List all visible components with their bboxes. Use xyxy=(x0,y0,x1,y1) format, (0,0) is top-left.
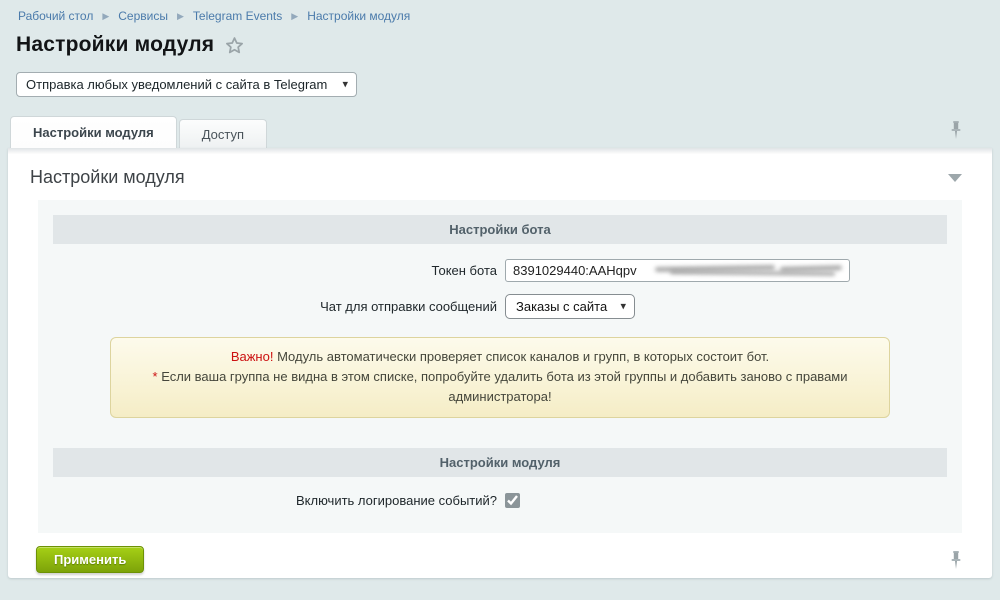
apply-button[interactable]: Применить xyxy=(36,546,144,573)
breadcrumb-link-desktop[interactable]: Рабочий стол xyxy=(18,9,93,23)
pin-icon[interactable] xyxy=(950,120,962,140)
breadcrumb-arrow-icon: ▶ xyxy=(177,12,184,21)
section-header-bot-settings: Настройки бота xyxy=(53,215,947,244)
chat-label: Чат для отправки сообщений xyxy=(53,299,505,314)
breadcrumb-link-module-settings[interactable]: Настройки модуля xyxy=(307,9,410,23)
settings-form: Настройки бота Токен бота Чат для отправ… xyxy=(38,200,962,533)
module-select[interactable]: Отправка любых уведомлений с сайта в Tel… xyxy=(16,72,357,97)
warning-note: Важно! Модуль автоматически проверяет сп… xyxy=(110,337,890,418)
logging-checkbox[interactable] xyxy=(505,493,520,508)
tab-access[interactable]: Доступ xyxy=(179,119,267,148)
token-label: Токен бота xyxy=(53,263,505,278)
warning-line1: Модуль автоматически проверяет список ка… xyxy=(277,349,769,364)
chat-row: Чат для отправки сообщений Заказы с сайт… xyxy=(53,294,947,319)
panel-title: Настройки модуля xyxy=(30,167,185,188)
warning-asterisk: * xyxy=(153,369,158,384)
breadcrumb: Рабочий стол ▶ Сервисы ▶ Telegram Events… xyxy=(0,0,1000,23)
logging-label: Включить логирование событий? xyxy=(53,493,505,508)
page-title: Настройки модуля xyxy=(16,33,214,57)
chat-select[interactable]: Заказы с сайта xyxy=(505,294,635,319)
settings-panel: Настройки модуля Настройки бота Токен бо… xyxy=(8,148,992,578)
token-row: Токен бота xyxy=(53,259,947,282)
module-select-wrap: Отправка любых уведомлений с сайта в Tel… xyxy=(16,72,357,97)
section-header-module-settings: Настройки модуля xyxy=(53,448,947,477)
collapse-arrow-icon[interactable] xyxy=(948,174,962,182)
breadcrumb-link-telegram-events[interactable]: Telegram Events xyxy=(193,9,282,23)
chat-select-wrap: Заказы с сайта ▾ xyxy=(505,294,635,319)
breadcrumb-arrow-icon: ▶ xyxy=(102,12,109,21)
bot-token-input[interactable] xyxy=(505,259,850,282)
breadcrumb-link-services[interactable]: Сервисы xyxy=(118,9,168,23)
logging-row: Включить логирование событий? xyxy=(53,493,947,508)
pin-icon[interactable] xyxy=(950,550,962,570)
warning-line2: Если ваша группа не видна в этом списке,… xyxy=(161,369,847,404)
token-input-wrap xyxy=(505,259,850,282)
tab-module-settings[interactable]: Настройки модуля xyxy=(10,116,177,148)
breadcrumb-arrow-icon: ▶ xyxy=(291,12,298,21)
tabs-bar: Настройки модуля Доступ xyxy=(10,116,992,148)
warning-important-label: Важно! xyxy=(231,349,274,364)
favorite-star-icon[interactable] xyxy=(224,35,245,56)
